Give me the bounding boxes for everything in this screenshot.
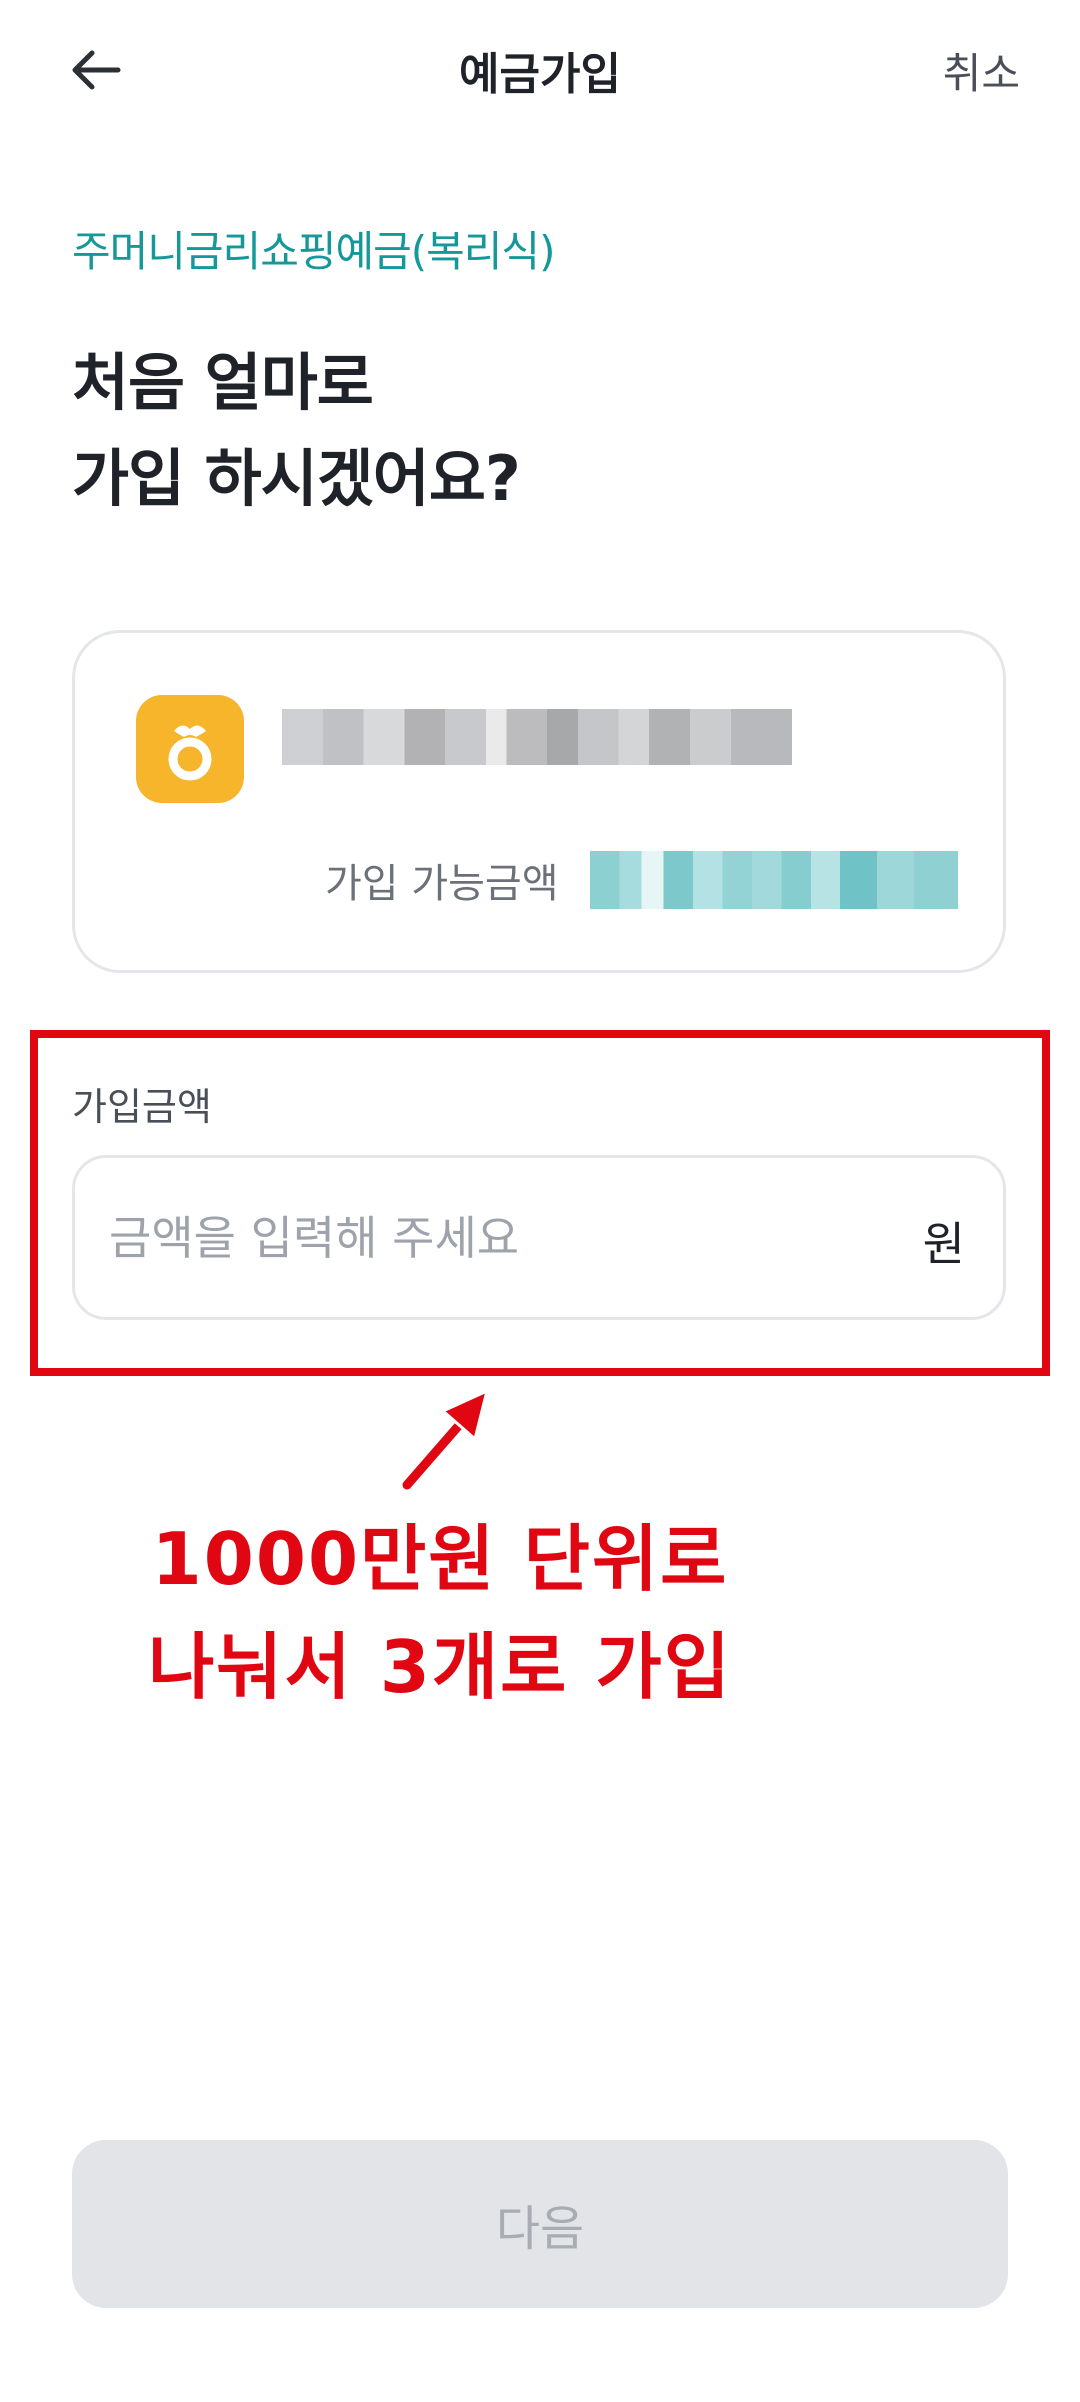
annotation-line-1: 1000만원 단위로 bbox=[151, 1517, 729, 1601]
page-title: 예금가입 bbox=[459, 49, 621, 100]
next-button[interactable]: 다음 bbox=[72, 2140, 1008, 2308]
available-amount-label: 가입 가능금액 bbox=[325, 861, 559, 907]
annotation-highlight-box bbox=[30, 1030, 1050, 1376]
annotation-note: 1000만원 단위로 나눠서 3개로 가입 bbox=[120, 1505, 760, 1721]
deposit-signup-screen: 예금가입 취소 주머니금리쇼핑예금(복리식) 처음 얼마로 가입 하시겠어요? … bbox=[0, 0, 1080, 2402]
annotation-arrow-icon bbox=[395, 1385, 505, 1495]
top-app-bar: 예금가입 취소 bbox=[0, 0, 1080, 145]
question-line-1: 처음 얼마로 bbox=[72, 346, 374, 419]
account-number-blurred bbox=[282, 709, 792, 765]
cancel-button[interactable]: 취소 bbox=[943, 40, 1020, 101]
available-amount-blurred bbox=[590, 851, 958, 909]
annotation-line-2: 나눠서 3개로 가입 bbox=[148, 1625, 732, 1709]
product-name: 주머니금리쇼핑예금(복리식) bbox=[72, 227, 555, 276]
question-line-2: 가입 하시겠어요? bbox=[72, 442, 521, 515]
withdrawal-account-card[interactable]: 가입 가능금액 bbox=[72, 630, 1006, 973]
bank-logo-icon bbox=[136, 695, 244, 803]
question-heading: 처음 얼마로 가입 하시겠어요? bbox=[72, 335, 521, 527]
